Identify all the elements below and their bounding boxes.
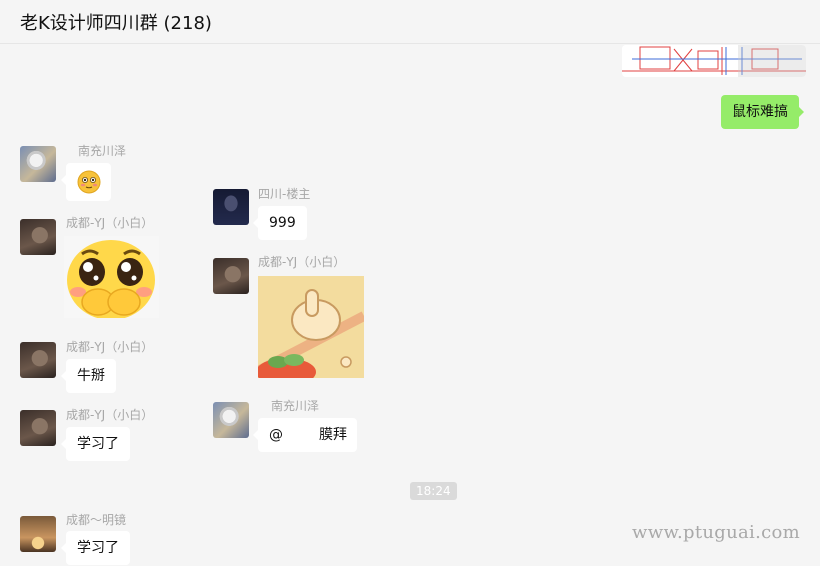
message-bubble-mention[interactable]: @ 膜拜 (253, 418, 357, 452)
timestamp-badge: 18:24 (410, 482, 457, 500)
message-bubble[interactable]: 学习了 (61, 427, 130, 461)
message-bubble[interactable]: 牛掰 (61, 359, 116, 393)
mention-symbol: @ (269, 427, 283, 443)
message-text: 膜拜 (319, 427, 347, 443)
sender-name: 成都-YJ（小白） (258, 255, 346, 269)
message-bubble[interactable]: 学习了 (61, 531, 130, 565)
thumbs-up-sticker[interactable] (258, 276, 364, 378)
sender-name: 四川-楼主 (258, 187, 311, 201)
watermark: www.ptuguai.com (632, 522, 800, 543)
avatar[interactable] (213, 258, 249, 294)
flushed-face-emoji (77, 170, 101, 194)
message-bubble-self[interactable]: 鼠标难搞 (721, 95, 804, 129)
avatar[interactable] (20, 516, 56, 552)
shy-face-sticker[interactable] (64, 236, 159, 318)
avatar[interactable] (213, 189, 249, 225)
sender-name: 成都～明镜 (66, 513, 127, 527)
avatar[interactable] (20, 342, 56, 378)
avatar[interactable] (20, 219, 56, 255)
blueprint-image[interactable] (622, 45, 806, 77)
sender-name: 成都-YJ（小白） (66, 340, 154, 354)
sender-name: 南充川泽 (271, 399, 320, 413)
chat-area[interactable]: 鼠标难搞 南充川泽 四川-楼主 999 成都-YJ（小白） 成都-YJ（小白） … (0, 45, 820, 566)
avatar[interactable] (20, 410, 56, 446)
sender-name: 成都-YJ（小白） (66, 408, 154, 422)
message-bubble-emoji[interactable] (61, 163, 111, 201)
message-bubble[interactable]: 999 (253, 206, 307, 240)
chat-title: 老K设计师四川群 (218) (20, 13, 212, 34)
avatar[interactable] (213, 402, 249, 438)
title-bar: 老K设计师四川群 (218) (0, 0, 820, 44)
sender-name: 南充川泽 (78, 144, 127, 158)
avatar[interactable] (20, 146, 56, 182)
sender-name: 成都-YJ（小白） (66, 216, 154, 230)
